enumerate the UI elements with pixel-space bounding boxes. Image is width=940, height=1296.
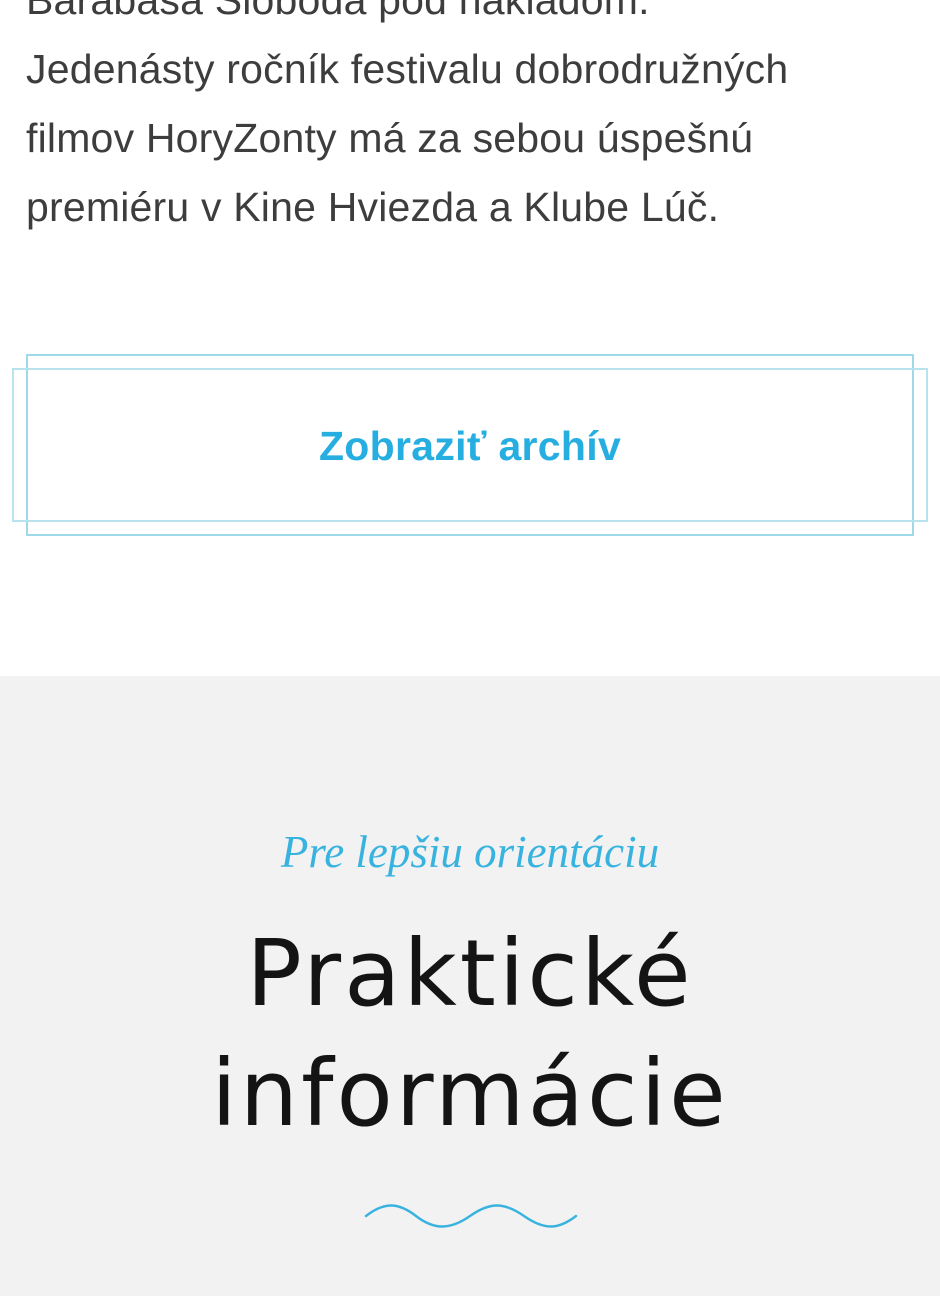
article-line: Barabasa Sloboda pod nákladom. (26, 0, 650, 23)
section-title-line: informácie (211, 1040, 729, 1147)
article-line: Jedenásty ročník festivalu dobrodružných (26, 46, 789, 92)
news-section: Barabasa Sloboda pod nákladom. Jedenásty… (0, 0, 940, 676)
article-line: premiéru v Kine Hviezda a Klube Lúč. (26, 184, 720, 230)
practical-info-section: Pre lepšiu orientáciu Praktické informác… (0, 676, 940, 1296)
show-archive-button[interactable]: Zobraziť archív (12, 354, 928, 538)
article-line: filmov HoryZonty má za sebou úspešnú (26, 115, 754, 161)
section-kicker: Pre lepšiu orientáciu (280, 827, 660, 877)
article-excerpt: Barabasa Sloboda pod nákladom. Jedenásty… (26, 0, 906, 242)
show-archive-label: Zobraziť archív (318, 423, 622, 469)
section-title: Praktické informácie (0, 914, 940, 1154)
section-title-line: Praktické (246, 920, 694, 1027)
wave-divider-icon (364, 1204, 578, 1228)
